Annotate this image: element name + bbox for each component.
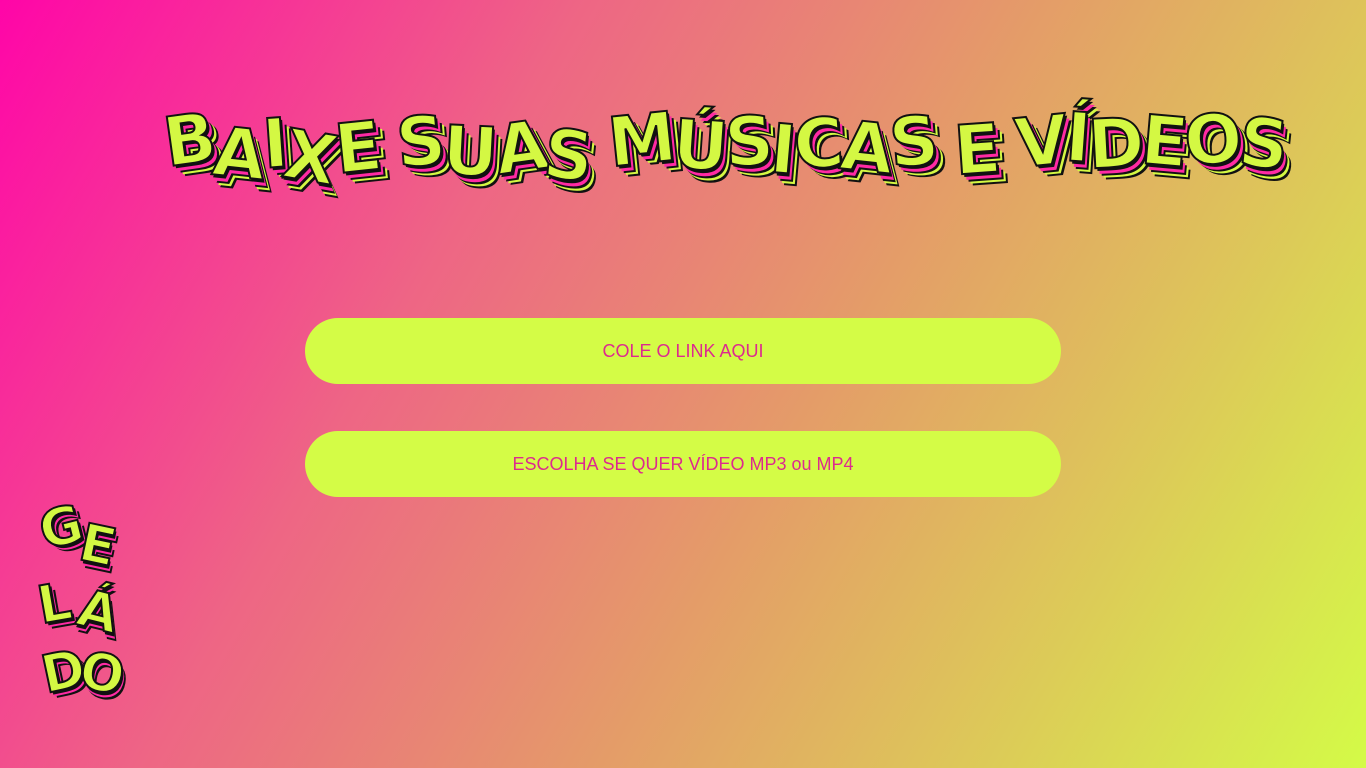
title-letter: S: [1235, 102, 1294, 188]
title-letter: S: [722, 101, 777, 184]
logo-letter: L: [32, 571, 77, 638]
title-letter: Ú: [670, 104, 733, 189]
title-letter: S: [539, 114, 598, 200]
page-title: B A I X E S U A S M Ú S I C A S E V Í D …: [158, 82, 1294, 212]
paste-link-button[interactable]: COLE O LINK AQUI: [305, 318, 1061, 384]
title-letter: E: [330, 106, 386, 191]
logo-letter: Á: [70, 577, 126, 647]
gelado-logo: G E L Á D O: [32, 493, 134, 725]
choose-format-button[interactable]: ESCOLHA SE QUER VÍDEO MP3 ou MP4: [305, 431, 1061, 497]
title-word-musicas: M Ú S I C A S: [603, 97, 943, 192]
title-letter: M: [603, 97, 681, 185]
title-word-suas: S U A S: [392, 100, 598, 199]
title-word-e: E: [951, 108, 1005, 192]
title-letter: A: [208, 111, 271, 197]
title-letter: S: [886, 100, 944, 185]
title-letter: X: [276, 114, 343, 203]
title-word-videos: V Í D E O S: [1010, 97, 1293, 187]
logo-letter: O: [74, 640, 130, 709]
title-word-baixe: B A I X E: [158, 97, 387, 203]
title-letter: O: [1180, 98, 1246, 184]
title-letter: S: [392, 100, 450, 185]
title-letter: U: [439, 111, 500, 195]
title-letter: D: [1084, 103, 1147, 187]
title-letter: E: [951, 108, 1005, 192]
